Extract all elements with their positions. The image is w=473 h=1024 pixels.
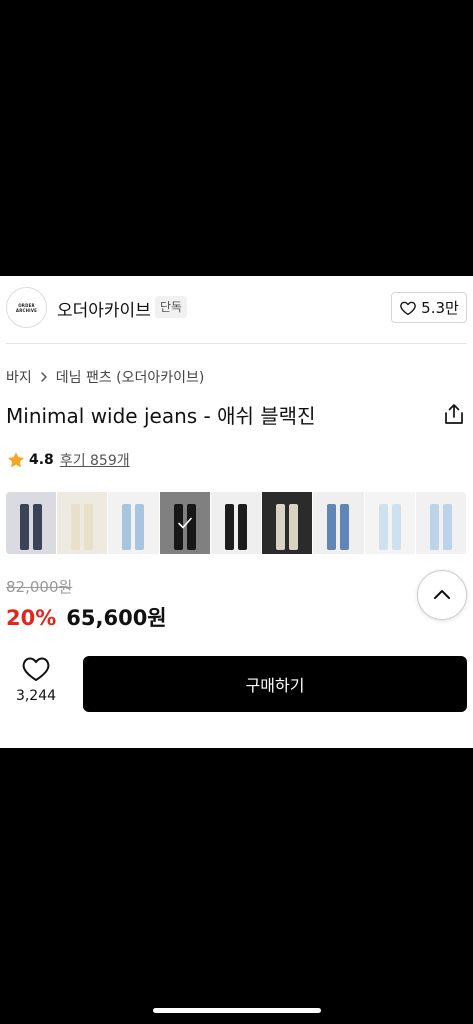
share-icon[interactable] <box>444 403 464 425</box>
color-option-thumb[interactable] <box>6 492 58 554</box>
brand-logo-text-bottom: ARCHIVE <box>15 307 38 313</box>
buy-button[interactable]: 구매하기 <box>83 656 467 712</box>
color-option-thumb[interactable] <box>262 492 314 554</box>
pants-leg <box>71 504 81 550</box>
wishlist-count: 3,244 <box>15 688 57 704</box>
color-option-strip <box>6 492 466 554</box>
chevron-right-icon <box>41 372 47 382</box>
color-option-thumb[interactable] <box>108 492 160 554</box>
pants-leg <box>429 504 439 550</box>
brand-like-count: 5.3만 <box>421 299 459 317</box>
pants-leg <box>391 504 401 550</box>
discount-rate: 20% <box>6 606 57 630</box>
pants-leg <box>327 504 337 550</box>
pants-leg <box>33 504 42 550</box>
divider <box>6 343 467 344</box>
pants-leg <box>237 504 247 550</box>
sale-price: 65,600원 <box>66 606 167 630</box>
pants-leg <box>276 504 286 550</box>
breadcrumb: 바지 데님 팬츠 (오더아카이브) <box>6 367 204 387</box>
rating-score: 4.8 <box>29 452 54 468</box>
star-icon <box>7 452 25 468</box>
color-option-thumb[interactable] <box>415 492 466 554</box>
original-price: 82,000원 <box>6 578 73 596</box>
pants-leg <box>442 504 452 550</box>
color-option-thumb[interactable] <box>364 492 416 554</box>
product-sheet: ORDER ARCHIVE 오더아카이브 단독 5.3만 바지 데님 팬츠 (오… <box>0 276 473 748</box>
wishlist-button[interactable]: 3,244 <box>8 656 64 712</box>
pants-leg <box>135 504 145 550</box>
color-option-thumb[interactable] <box>159 492 211 554</box>
rating-row: 4.8 후기 859개 <box>6 450 130 470</box>
brand-row: ORDER ARCHIVE 오더아카이브 단독 5.3만 <box>0 276 473 340</box>
brand-like-button[interactable]: 5.3만 <box>391 292 467 323</box>
color-option-thumb[interactable] <box>210 492 263 554</box>
home-indicator <box>153 1008 321 1013</box>
brand-name[interactable]: 오더아카이브 <box>57 296 151 321</box>
sale-price-row: 20% 65,600원 <box>6 602 167 632</box>
pants-leg <box>20 504 29 550</box>
product-title: Minimal wide jeans - 애쉬 블랙진 <box>6 404 316 428</box>
exclusive-badge: 단독 <box>155 296 188 318</box>
pants-leg <box>378 504 388 550</box>
pants-leg <box>122 504 132 550</box>
heart-outline-icon <box>400 301 416 315</box>
breadcrumb-item-denim[interactable]: 데님 팬츠 (오더아카이브) <box>56 367 205 387</box>
pants-leg <box>224 504 234 550</box>
brand-logo[interactable]: ORDER ARCHIVE <box>6 287 47 328</box>
pants-leg <box>340 504 350 550</box>
check-icon <box>177 517 192 529</box>
chevron-up-icon <box>434 590 450 599</box>
breadcrumb-item-pants[interactable]: 바지 <box>6 367 32 387</box>
pants-leg <box>84 504 94 550</box>
pants-leg <box>289 504 299 550</box>
heart-outline-icon <box>22 657 50 681</box>
color-option-thumb[interactable] <box>57 492 109 554</box>
selected-overlay <box>159 492 210 554</box>
color-option-thumb[interactable] <box>313 492 365 554</box>
review-count-link[interactable]: 후기 859개 <box>60 450 130 470</box>
scroll-top-button[interactable] <box>417 570 467 620</box>
